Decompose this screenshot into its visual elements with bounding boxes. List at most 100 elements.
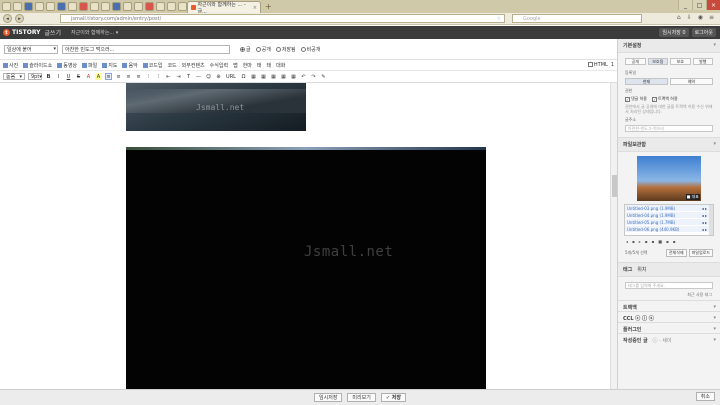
plugin-section[interactable]: 플러그인 ▾ [618,322,720,333]
tb-music[interactable]: 음악 [122,62,138,69]
menu-icon[interactable]: ≡ [709,14,714,21]
tb-slideshow[interactable]: 슬라이드쇼 [23,62,52,69]
outdent-button[interactable]: ⇤ [165,73,172,80]
align-icon[interactable]: ▪ [632,239,635,244]
address-input[interactable]: 아련한-빈도그-먹으러 [625,125,713,132]
tb-item-11[interactable]: 한마 [243,62,252,69]
ccl-section[interactable]: CCL ⓒ ⓘ ⓢ ▾ [618,311,720,322]
home-icon[interactable]: ⌂ [677,14,681,21]
upload-file-button[interactable]: 파일업로드 [688,249,713,257]
radio-post[interactable]: 글 [240,46,251,53]
file-row[interactable]: Untitled-03.png (1.9MB) ◂ ▸ [625,205,713,212]
forward-icon[interactable]: ▸ [15,14,24,23]
align-right-button[interactable]: ≡ [125,73,132,80]
title-input[interactable]: 아찬한 빈도그 먹으러... [62,44,230,54]
temp-count-button[interactable]: 임시저장 0 [659,28,689,37]
pinned-tab[interactable] [156,2,165,11]
tb-map[interactable]: 지도 [102,62,117,69]
pinned-tab[interactable] [35,2,44,11]
hr-button[interactable]: — [195,73,202,80]
radio-public[interactable]: 공개 [255,46,271,53]
edit-button[interactable]: ✎ [320,73,327,80]
logout-button[interactable]: 로그아웃 [691,28,716,37]
table-button-5[interactable]: ▦ [290,73,297,80]
emoticon-button[interactable]: ☺ [205,73,212,80]
pinned-tab[interactable] [2,2,11,11]
bullet-list-button[interactable]: ⁝ [145,73,152,80]
active-tab[interactable]: 자근이와 함께하는 ... - 글... × [187,1,261,15]
pinned-tab[interactable] [68,2,77,11]
special-char-button[interactable]: Ω [240,73,247,80]
text-size-button[interactable]: T [185,73,192,80]
publish-tab-protected[interactable]: 보호됨 [647,58,668,65]
indent-button[interactable]: ⇥ [175,73,182,80]
draft-section[interactable]: 작성중인 글 ⓘ · 세이 ▾ [618,333,720,344]
publish-tab-publish[interactable]: 발행 [692,58,713,65]
strike-button[interactable]: S [75,73,82,80]
tb-item-10[interactable]: 맵 [233,62,238,69]
allow-trackback-checkbox[interactable]: ✓ 트랙백 허용 [652,96,678,102]
link-button[interactable]: ⊕ [215,73,222,80]
attachment-thumbnail[interactable]: ■ 대표 [637,156,701,201]
align-icon[interactable]: ▪ [666,239,669,244]
publish-tab-public[interactable]: 공개 [625,58,646,65]
tb-external[interactable]: 외부컨텐츠 [182,62,205,69]
attachments-header[interactable]: 파일보관함 ▾ [618,137,720,152]
tb-file[interactable]: 파일 [82,62,97,69]
cancel-button[interactable]: 취소 [695,392,715,401]
align-left-button[interactable]: ≡ [105,73,112,80]
radio-saved[interactable]: 저장됨 [275,46,296,53]
post-image-1[interactable]: Jsmall.net [126,83,306,131]
allow-comment-checkbox[interactable]: ✓ 댓글 허용 [625,96,647,102]
file-row[interactable]: Untitled-06.png (440.9KB) ◂ ▸ [625,226,713,233]
align-icon[interactable]: ◂ [626,239,628,244]
extension-icon[interactable]: ◉ [698,14,703,21]
tb-code-insert[interactable]: 코드입 [142,62,162,69]
tb-code[interactable]: 코드 [167,62,176,69]
align-icon[interactable]: ■ [658,239,662,244]
post-image-2[interactable]: Jsmall.net [126,147,486,389]
bg-color-button[interactable]: A [95,73,102,80]
tb-extra[interactable]: 1 [611,62,614,68]
blog-select[interactable]: 자근이와 함께하는... ▾ [71,29,118,36]
close-tab-icon[interactable]: × [253,5,257,11]
align-icon[interactable]: ▪ [651,239,654,244]
file-row[interactable]: Untitled-05.png (1.7MB) ◂ ▸ [625,219,713,226]
align-icon[interactable]: ▪ [673,239,676,244]
tb-item-14[interactable]: 대화 [276,62,285,69]
tb-item-12[interactable]: 태 [257,62,262,69]
table-button[interactable]: ▦ [250,73,257,80]
save-button[interactable]: ✓ 저장 [380,393,406,402]
tag-input[interactable]: 태그를 입력해 주세요. [625,282,713,289]
pinned-tab[interactable] [79,2,88,11]
tb-item-13[interactable]: 태 [267,62,272,69]
recent-tags-link[interactable]: 최근 사용 태그 [618,290,720,300]
font-select[interactable]: 돋움 ▾ [3,73,25,80]
underline-button[interactable]: U [65,73,72,80]
align-center-button[interactable]: ≡ [115,73,122,80]
temp-save-button[interactable]: 임시저장 [314,393,343,402]
new-tab-button[interactable]: + [265,2,272,11]
bookmark-star-icon[interactable]: ☆ [497,16,501,22]
html-toggle[interactable]: HTML [587,62,608,68]
table-button-4[interactable]: ▦ [280,73,287,80]
close-window-button[interactable]: × [706,0,720,10]
basic-settings-header[interactable]: 기본설정 ▾ [618,39,720,53]
file-row[interactable]: Untitled-04.png (1.9MB) ◂ ▸ [625,212,713,219]
pinned-tab[interactable] [145,2,154,11]
font-color-button[interactable]: A [85,73,92,80]
editor-content[interactable]: Jsmall.net Jsmall.net [0,83,617,389]
tb-formula[interactable]: 수식입력 [210,62,228,69]
pinned-tab[interactable] [123,2,132,11]
align-justify-button[interactable]: ≡ [135,73,142,80]
pinned-tab[interactable] [46,2,55,11]
trackback-section[interactable]: 트랙백 ▾ [618,300,720,311]
representative-badge[interactable]: ■ 대표 [685,194,700,200]
tb-video[interactable]: 동영상 [57,62,77,69]
align-icon[interactable]: ▸ [639,239,641,244]
tb-photo[interactable]: 사진 [3,62,18,69]
pinned-tab[interactable] [24,2,33,11]
table-button-3[interactable]: ▦ [270,73,277,80]
editor-scrollbar[interactable] [610,83,617,389]
minimize-button[interactable]: _ [678,0,692,10]
